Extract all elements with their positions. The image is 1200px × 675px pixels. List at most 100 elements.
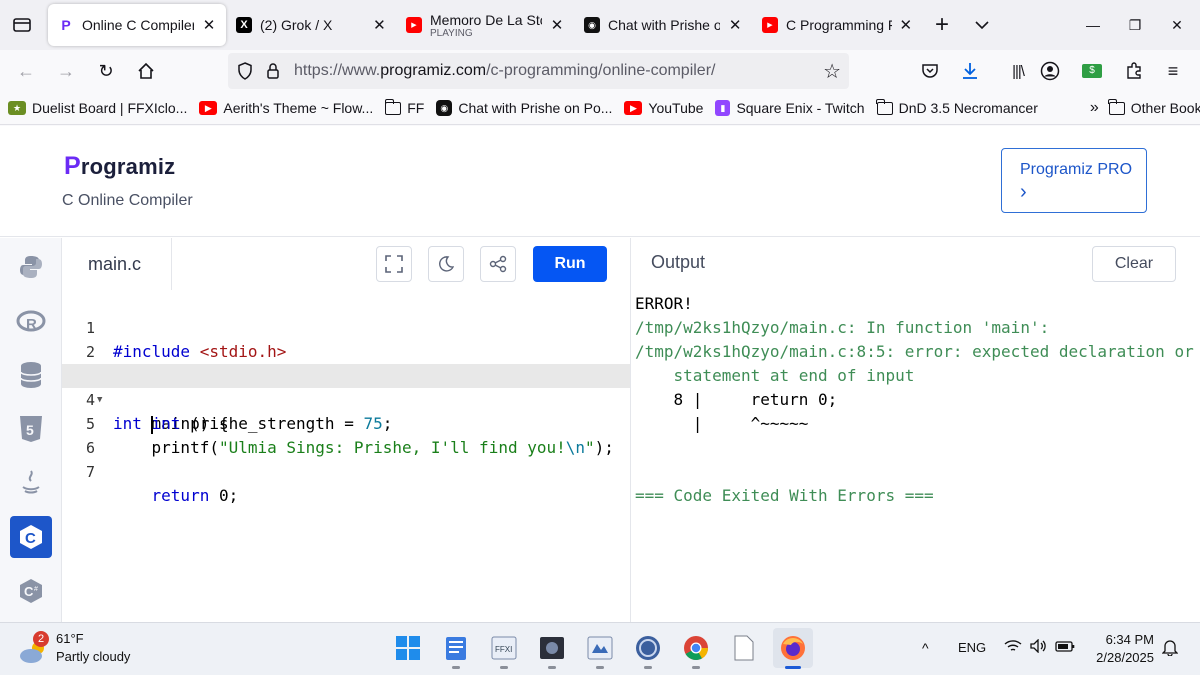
code-editor[interactable]: 1 #include <stdio.h> 2 3 ▼ int main() { … [62, 290, 630, 622]
site-header: Programiz C Online Compiler Programiz PR… [0, 126, 1200, 237]
close-icon[interactable]: ✕ [548, 16, 566, 34]
game-icon [587, 636, 613, 660]
bookmark-folder-dnd[interactable]: DnD 3.5 Necromancer [876, 98, 1038, 116]
bookmark-label: FF [407, 100, 425, 116]
bookmark-label: Other Bookmarks [1130, 100, 1200, 116]
extensions-button[interactable] [1119, 56, 1149, 86]
extension-button[interactable]: $ [1077, 56, 1107, 86]
programiz-pro-button[interactable]: Programiz PRO › [1001, 148, 1147, 213]
bookmark-star-icon[interactable]: ☆ [823, 59, 841, 84]
pocket-button[interactable] [915, 56, 945, 86]
file-app[interactable] [729, 633, 759, 663]
clear-button[interactable]: Clear [1092, 246, 1176, 282]
tab-memoro[interactable]: ▶ Memoro De La Stor PLAYING ✕ [396, 4, 574, 46]
share-icon [489, 255, 507, 273]
output-line: | ^~~~~~ [635, 414, 809, 433]
programiz-logo[interactable]: Programiz [64, 152, 175, 181]
chrome-app[interactable] [681, 633, 711, 669]
tab-grok[interactable]: X (2) Grok / X ✕ [226, 4, 396, 46]
sql-icon[interactable] [10, 354, 52, 396]
menu-button[interactable]: ≡ [1158, 56, 1188, 86]
svg-text:C: C [25, 530, 36, 547]
programiz-icon: P [61, 17, 71, 33]
bell-icon [1161, 640, 1179, 657]
battery-status[interactable] [1055, 639, 1075, 656]
close-icon[interactable]: ✕ [200, 16, 218, 34]
pane-divider[interactable] [630, 238, 631, 622]
system-clock[interactable]: 6:34 PM 2/28/2025 [1078, 631, 1154, 667]
c-icon[interactable]: C [10, 516, 52, 558]
run-button[interactable]: Run [533, 246, 607, 282]
java-icon[interactable] [10, 462, 52, 504]
game-icon [540, 637, 564, 659]
address-bar[interactable]: https://www.programiz.com/c-programming/… [228, 53, 849, 89]
tab-title: Memoro De La Stor PLAYING [430, 12, 542, 39]
tab-title: C Programming Full [786, 17, 892, 33]
chat-icon: ◉ [436, 100, 453, 116]
bookmark-label: DnD 3.5 Necromancer [898, 100, 1038, 116]
moon-icon [439, 256, 454, 272]
game-app-3[interactable] [585, 633, 615, 669]
account-button[interactable] [1035, 56, 1065, 86]
game-app-1[interactable]: FFXI [489, 633, 519, 669]
tracking-protection-icon[interactable] [234, 60, 256, 82]
html5-icon[interactable]: 5 [10, 408, 52, 450]
show-hidden-icons-button[interactable]: ^ [922, 640, 929, 656]
tab-chat-prishe[interactable]: ◉ Chat with Prishe on ✕ [574, 4, 752, 46]
file-tab-main-c[interactable]: main.c [62, 238, 172, 290]
bookmark-folder-ff[interactable]: FF [384, 98, 425, 116]
firefox-view-button[interactable] [0, 0, 44, 50]
r-icon[interactable]: R [10, 301, 52, 343]
start-button[interactable] [393, 633, 423, 663]
bookmark-label: Square Enix - Twitch [736, 100, 865, 116]
code-line-active: 4 int prishe_strength = 75; [62, 364, 630, 434]
tab-online-c-compiler[interactable]: P Online C Compiler - ✕ [48, 4, 226, 46]
tab-c-programming[interactable]: ▶ C Programming Full ✕ [752, 4, 922, 46]
more-bookmarks-button[interactable]: » [1090, 99, 1099, 117]
network-status[interactable] [1004, 639, 1022, 656]
notifications-button[interactable] [1161, 638, 1179, 659]
input-language-indicator[interactable]: ENG [958, 640, 986, 655]
restore-button[interactable]: ❐ [1112, 0, 1158, 50]
bookmark-square-enix-twitch[interactable]: ▮ Square Enix - Twitch [715, 100, 865, 116]
notepad-app[interactable] [441, 633, 471, 669]
bookmark-aeriths-theme[interactable]: ▶ Aerith's Theme ~ Flow... [199, 100, 373, 116]
minimize-button[interactable]: — [1070, 0, 1116, 50]
list-all-tabs-button[interactable] [962, 17, 1002, 33]
close-icon[interactable]: ✕ [371, 16, 388, 34]
weather-widget[interactable]: 2 61°F Partly cloudy [18, 631, 158, 671]
lock-icon[interactable] [262, 60, 284, 82]
game-app-4[interactable] [633, 633, 663, 669]
close-icon[interactable]: ✕ [898, 16, 914, 34]
forward-button[interactable]: → [46, 55, 86, 87]
bookmark-chat-prishe[interactable]: ◉ Chat with Prishe on Po... [436, 100, 612, 116]
share-button[interactable] [480, 246, 516, 282]
code-token: return [151, 486, 210, 505]
volume-status[interactable] [1030, 638, 1048, 656]
firefox-app[interactable] [773, 628, 813, 669]
home-button[interactable] [126, 55, 166, 87]
navigation-toolbar: ← → ↻ https://www.programiz.com/c-progra… [0, 50, 1200, 92]
bookmark-youtube[interactable]: ▶ YouTube [624, 100, 703, 116]
bookmark-duelist-board[interactable]: ★ Duelist Board | FFXIclo... [8, 100, 187, 116]
youtube-icon: ▶ [624, 101, 643, 115]
downloads-button[interactable] [955, 56, 985, 86]
python-icon[interactable] [10, 246, 52, 288]
close-icon[interactable]: ✕ [726, 16, 744, 34]
back-button[interactable]: ← [6, 55, 46, 87]
library-button[interactable]: |||\ [1003, 56, 1033, 86]
code-line: 3 ▼ int main() { [62, 340, 630, 433]
new-tab-button[interactable]: + [922, 11, 962, 39]
other-bookmarks-folder[interactable]: Other Bookmarks [1108, 98, 1200, 116]
csharp-icon[interactable]: C # [10, 570, 52, 612]
game-app-2[interactable] [537, 633, 567, 669]
close-window-button[interactable]: ✕ [1154, 0, 1200, 50]
reload-button[interactable]: ↻ [86, 55, 126, 87]
chat-icon: ◉ [584, 17, 600, 33]
svg-text:R: R [26, 316, 37, 333]
wifi-icon [1004, 640, 1022, 651]
file-icon [734, 635, 754, 661]
dark-mode-button[interactable] [428, 246, 464, 282]
fullscreen-button[interactable] [376, 246, 412, 282]
